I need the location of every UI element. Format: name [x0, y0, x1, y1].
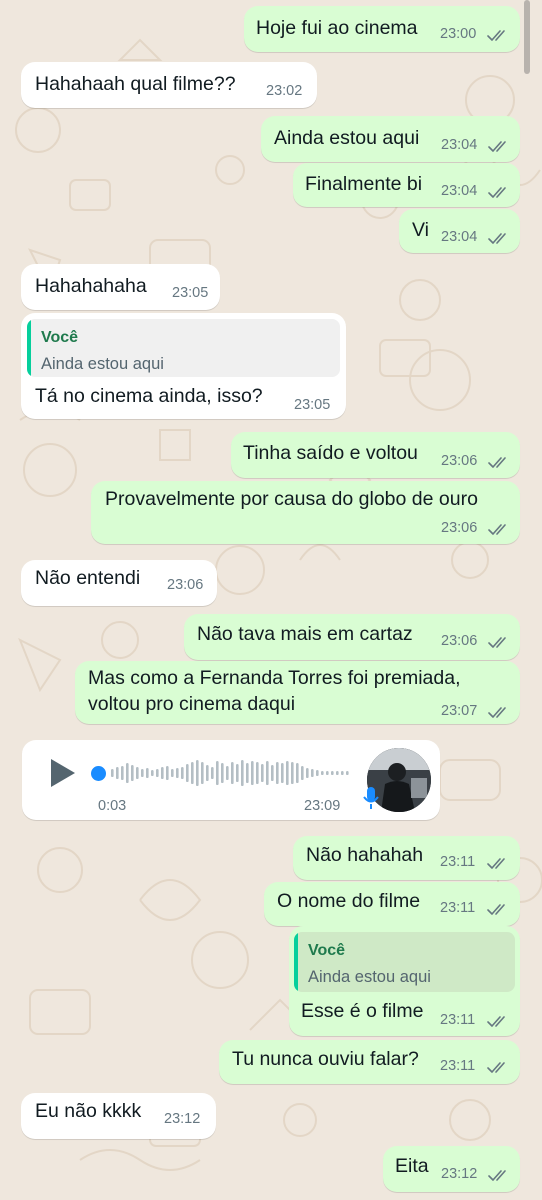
mic-icon: [363, 786, 379, 810]
message-text: Não hahahah: [306, 844, 424, 866]
message-time: 23:04: [441, 137, 478, 153]
message-bubble[interactable]: O nome do filme 23:11: [264, 882, 520, 926]
message-text: Hahahahaha: [35, 275, 147, 297]
quote-author: Você: [308, 942, 346, 959]
message-text: O nome do filme: [277, 890, 421, 912]
quote-text: Ainda estou aqui: [41, 355, 164, 373]
message-time: 23:11: [440, 900, 476, 916]
read-receipt-icon: [487, 29, 509, 42]
play-icon[interactable]: [46, 756, 78, 790]
audio-waveform[interactable]: [111, 756, 361, 795]
message-time: 23:07: [441, 703, 478, 719]
message-text: voltou pro cinema daqui: [88, 693, 296, 715]
read-receipt-icon: [488, 706, 510, 719]
message-time: 23:06: [167, 577, 204, 593]
read-receipt-icon: [487, 857, 509, 870]
message-bubble[interactable]: Tu nunca ouviu falar? 23:11: [219, 1040, 520, 1084]
message-bubble[interactable]: Não entendi 23:06: [21, 560, 217, 606]
message-bubble[interactable]: Vi 23:04: [399, 209, 520, 253]
message-text: Finalmente bi: [305, 173, 423, 195]
quote-accent-bar: [294, 932, 298, 992]
read-receipt-icon: [488, 1169, 510, 1182]
message-bubble[interactable]: Finalmente bi 23:04: [293, 163, 520, 207]
read-receipt-icon: [488, 456, 510, 469]
message-time: 23:12: [164, 1111, 201, 1127]
message-time: 23:00: [440, 26, 477, 42]
message-bubble[interactable]: Hahahaah qual filme?? 23:02: [21, 62, 317, 108]
message-bubble[interactable]: Você Ainda estou aqui Esse é o filme 23:11: [289, 926, 520, 1036]
quote-author: Você: [41, 329, 79, 346]
message-text: Tá no cinema ainda, isso?: [35, 385, 263, 407]
quoted-message[interactable]: Você Ainda estou aqui: [294, 932, 515, 992]
message-text: Hahahaah qual filme??: [35, 73, 236, 95]
message-bubble[interactable]: Hoje fui ao cinema 23:00: [244, 6, 520, 52]
message-text: Ainda estou aqui: [274, 127, 420, 149]
message-text: Eita: [395, 1155, 429, 1177]
read-receipt-icon: [488, 232, 510, 245]
message-time: 23:11: [440, 1058, 476, 1074]
message-bubble[interactable]: Provavelmente por causa do globo de ouro…: [91, 481, 520, 544]
message-time: 23:12: [441, 1166, 478, 1182]
read-receipt-icon: [488, 636, 510, 649]
message-bubble[interactable]: Ainda estou aqui 23:04: [261, 116, 520, 162]
read-receipt-icon: [488, 186, 510, 199]
message-text: Tinha saído e voltou: [243, 442, 418, 464]
message-time: 23:02: [266, 83, 303, 99]
message-time: 23:05: [172, 285, 209, 301]
message-text: Mas como a Fernanda Torres foi premiada,: [88, 667, 461, 689]
read-receipt-icon: [488, 140, 510, 153]
read-receipt-icon: [487, 1061, 509, 1074]
scrollbar[interactable]: [524, 0, 530, 74]
message-bubble[interactable]: Tinha saído e voltou 23:06: [231, 432, 520, 478]
message-time: 23:11: [440, 1012, 476, 1028]
message-bubble[interactable]: Mas como a Fernanda Torres foi premiada,…: [75, 661, 520, 724]
audio-progress-dot[interactable]: [91, 766, 106, 781]
quoted-message[interactable]: Você Ainda estou aqui: [27, 319, 340, 377]
message-time: 23:04: [441, 229, 478, 245]
message-time: 23:06: [441, 520, 478, 536]
read-receipt-icon: [487, 903, 509, 916]
message-time: 23:09: [304, 798, 341, 814]
message-text: Provavelmente por causa do globo de ouro: [105, 488, 478, 510]
read-receipt-icon: [487, 1015, 509, 1028]
message-text: Não tava mais em cartaz: [197, 623, 413, 645]
message-bubble[interactable]: Não tava mais em cartaz 23:06: [184, 614, 520, 660]
message-text: Eu não kkkk: [35, 1100, 142, 1122]
message-time: 23:05: [294, 397, 331, 413]
message-bubble[interactable]: Eita 23:12: [383, 1146, 520, 1192]
read-receipt-icon: [488, 523, 510, 536]
message-text: Tu nunca ouviu falar?: [232, 1048, 419, 1070]
message-text: Esse é o filme: [301, 1000, 424, 1022]
message-time: 23:06: [441, 633, 478, 649]
message-bubble[interactable]: Não hahahah 23:11: [293, 836, 520, 880]
message-time: 23:11: [440, 854, 476, 870]
quote-accent-bar: [27, 319, 31, 377]
message-bubble[interactable]: Hahahahaha 23:05: [21, 264, 220, 310]
message-bubble[interactable]: Eu não kkkk 23:12: [21, 1093, 216, 1139]
message-time: 23:04: [441, 183, 478, 199]
quote-text: Ainda estou aqui: [308, 968, 431, 986]
voice-message[interactable]: 0:03 23:09: [22, 740, 440, 820]
voice-duration: 0:03: [98, 798, 127, 814]
message-text: Não entendi: [35, 567, 141, 589]
message-text: Vi: [412, 219, 429, 241]
message-text: Hoje fui ao cinema: [256, 17, 418, 39]
message-bubble[interactable]: Você Ainda estou aqui Tá no cinema ainda, …: [21, 313, 346, 419]
message-time: 23:06: [441, 453, 478, 469]
